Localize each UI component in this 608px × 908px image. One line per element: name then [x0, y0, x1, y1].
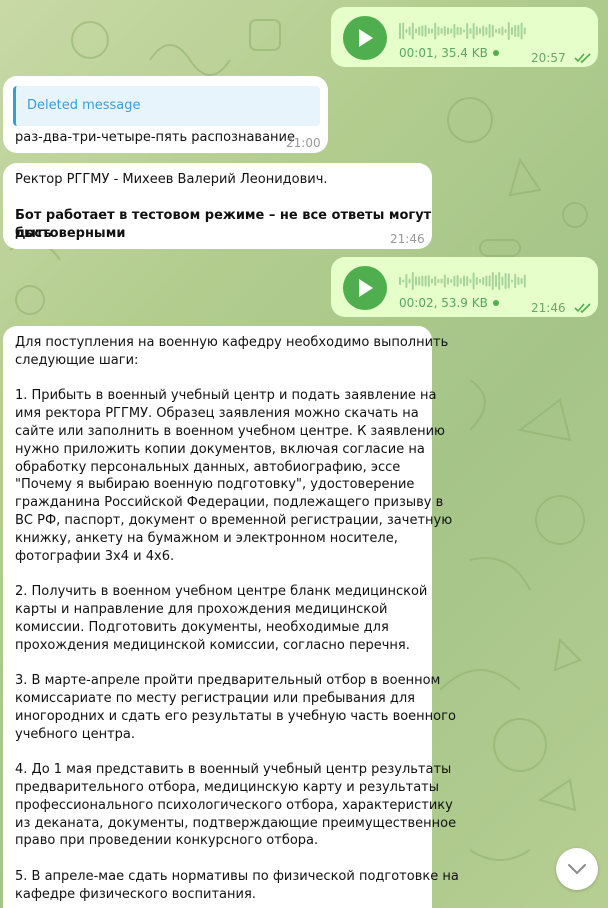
message-text: раз-два-три-четыре-пять распознавание [15, 130, 296, 145]
message-line: иногородних и сдать его результаты в уче… [15, 708, 456, 724]
message-line: сайте или заполнить в военном учебном це… [15, 423, 445, 439]
message-line: фотографии 3х4 и 4х6. [15, 548, 175, 564]
voice-waveform [399, 272, 526, 290]
text-message-incoming[interactable]: Deleted message раз-два-три-четыре-пять … [3, 76, 328, 153]
voice-duration-size: 00:02, 53.9 KB [399, 294, 499, 312]
scroll-to-bottom-button[interactable] [556, 848, 598, 890]
text-message-incoming[interactable]: Ректор РГГМУ - Михеев Валерий Леонидович… [3, 163, 432, 249]
message-line: профессионального психологического отбор… [15, 797, 453, 813]
message-time: 21:46 [531, 301, 566, 315]
quote-text: Deleted message [27, 98, 141, 113]
message-line: нужно приложить копии документов, включа… [15, 441, 425, 457]
message-line: кафедре физического воспитания. [15, 886, 256, 902]
message-line: 4. До 1 мая представить в военный учебны… [15, 762, 452, 778]
message-line: 3. В марте-апреле пройти предварительный… [15, 673, 441, 689]
message-disclaimer-cont: достоверными [15, 226, 126, 241]
message-line: комиссии. Подготовить документы, необход… [15, 619, 389, 635]
unlistened-dot [492, 300, 499, 306]
message-line: 5. В апреле-мае сдать нормативы по физич… [15, 868, 459, 884]
message-line [15, 370, 425, 388]
voice-duration-size: 00:01, 35.4 KB [399, 44, 499, 62]
message-line: прохождения медицинской комиссии, соглас… [15, 637, 410, 653]
message-time: 20:57 [531, 51, 566, 65]
message-line: 2. Получить в военном учебном центре бла… [15, 584, 428, 600]
message-line: учебного центра. [15, 726, 136, 742]
voice-message-outgoing[interactable]: 00:01, 35.4 KB 20:57 [331, 7, 598, 67]
message-line [15, 654, 425, 672]
message-line: карты и направление для прохождения меди… [15, 601, 388, 617]
play-icon [359, 29, 373, 47]
message-line: право при проведении конкурсного отбора. [15, 833, 319, 849]
message-line: следующие шаги: [15, 352, 139, 368]
text-message-incoming[interactable]: Для поступления на военную кафедру необх… [3, 326, 459, 908]
chevron-down-icon [568, 864, 586, 875]
double-check-icon [574, 303, 591, 313]
message-time: 21:46 [390, 232, 425, 246]
message-text: Ректор РГГМУ - Михеев Валерий Леонидович… [15, 172, 328, 187]
message-line [15, 850, 425, 868]
message-line: гражданина Российской Федерации, подлежа… [15, 495, 444, 511]
message-line: предварительного отбора, медицинскую кар… [15, 779, 440, 795]
voice-message-outgoing[interactable]: 00:02, 53.9 KB 21:46 [331, 257, 598, 317]
message-line [15, 565, 425, 583]
unlistened-dot [492, 50, 499, 56]
play-button[interactable] [343, 16, 387, 60]
message-line: обработку персональных данных, автобиогр… [15, 459, 401, 475]
message-line: комиссариате по месту регистрации или пр… [15, 690, 415, 706]
message-line: ВС РФ, паспорт, документ о временной рег… [15, 512, 453, 528]
message-line: книжку, анкету на бумажном и электронном… [15, 530, 398, 546]
message-time: 21:00 [286, 136, 321, 150]
message-line: из деканата, документы, подтверждающие п… [15, 815, 457, 831]
message-line [15, 743, 425, 761]
play-icon [359, 279, 373, 297]
reply-quote[interactable]: Deleted message [13, 86, 320, 126]
voice-waveform [399, 22, 526, 40]
message-line: имя ректора РГГМУ. Образец заявления мож… [15, 406, 419, 422]
double-check-icon [574, 53, 591, 63]
message-line: 1. Прибыть в военный учебный центр и под… [15, 388, 437, 404]
play-button[interactable] [343, 266, 387, 310]
message-text: Для поступления на военную кафедру необх… [15, 334, 459, 904]
message-line: Для поступления на военную кафедру необх… [15, 335, 449, 350]
message-line: "Почему я выбираю военную подготовку", у… [15, 477, 415, 493]
